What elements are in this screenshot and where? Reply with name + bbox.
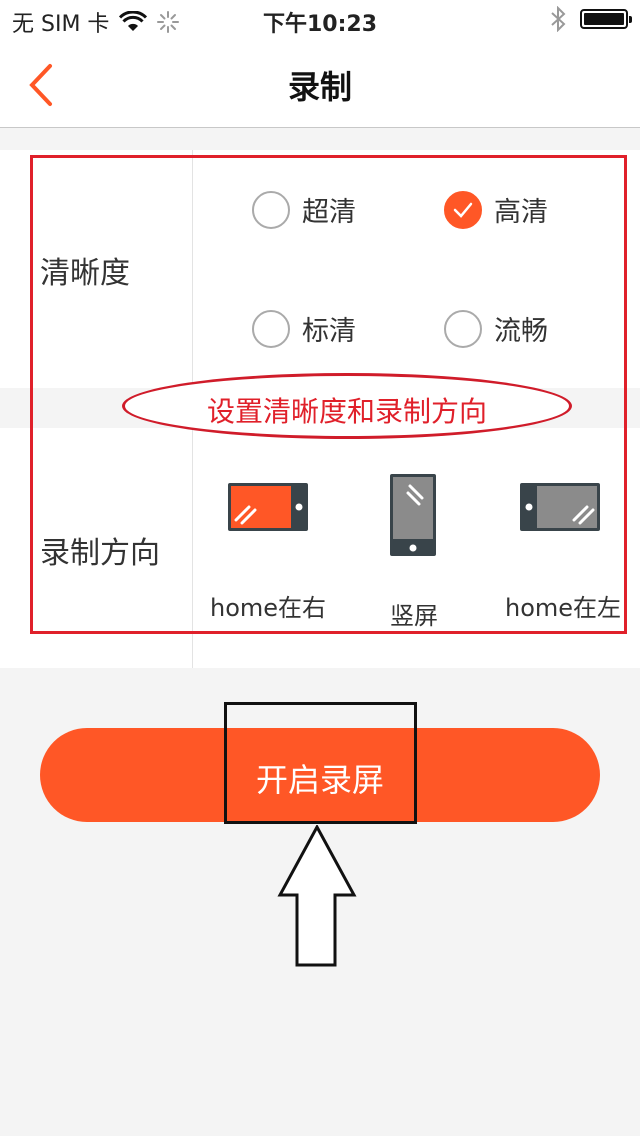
bluetooth-icon (551, 6, 566, 32)
status-time: 下午10:23 (262, 12, 378, 37)
status-bar: 无 SIM 卡 下午10:23 (0, 0, 640, 40)
page-title: 录制 (287, 68, 352, 106)
nav-bar: 录制 (0, 40, 640, 128)
highlight-box (224, 702, 417, 824)
arrow-up-icon (277, 825, 357, 967)
battery-icon (580, 9, 632, 29)
status-right (550, 6, 632, 32)
annotation-text: 设置清晰度和录制方向 (206, 395, 487, 428)
